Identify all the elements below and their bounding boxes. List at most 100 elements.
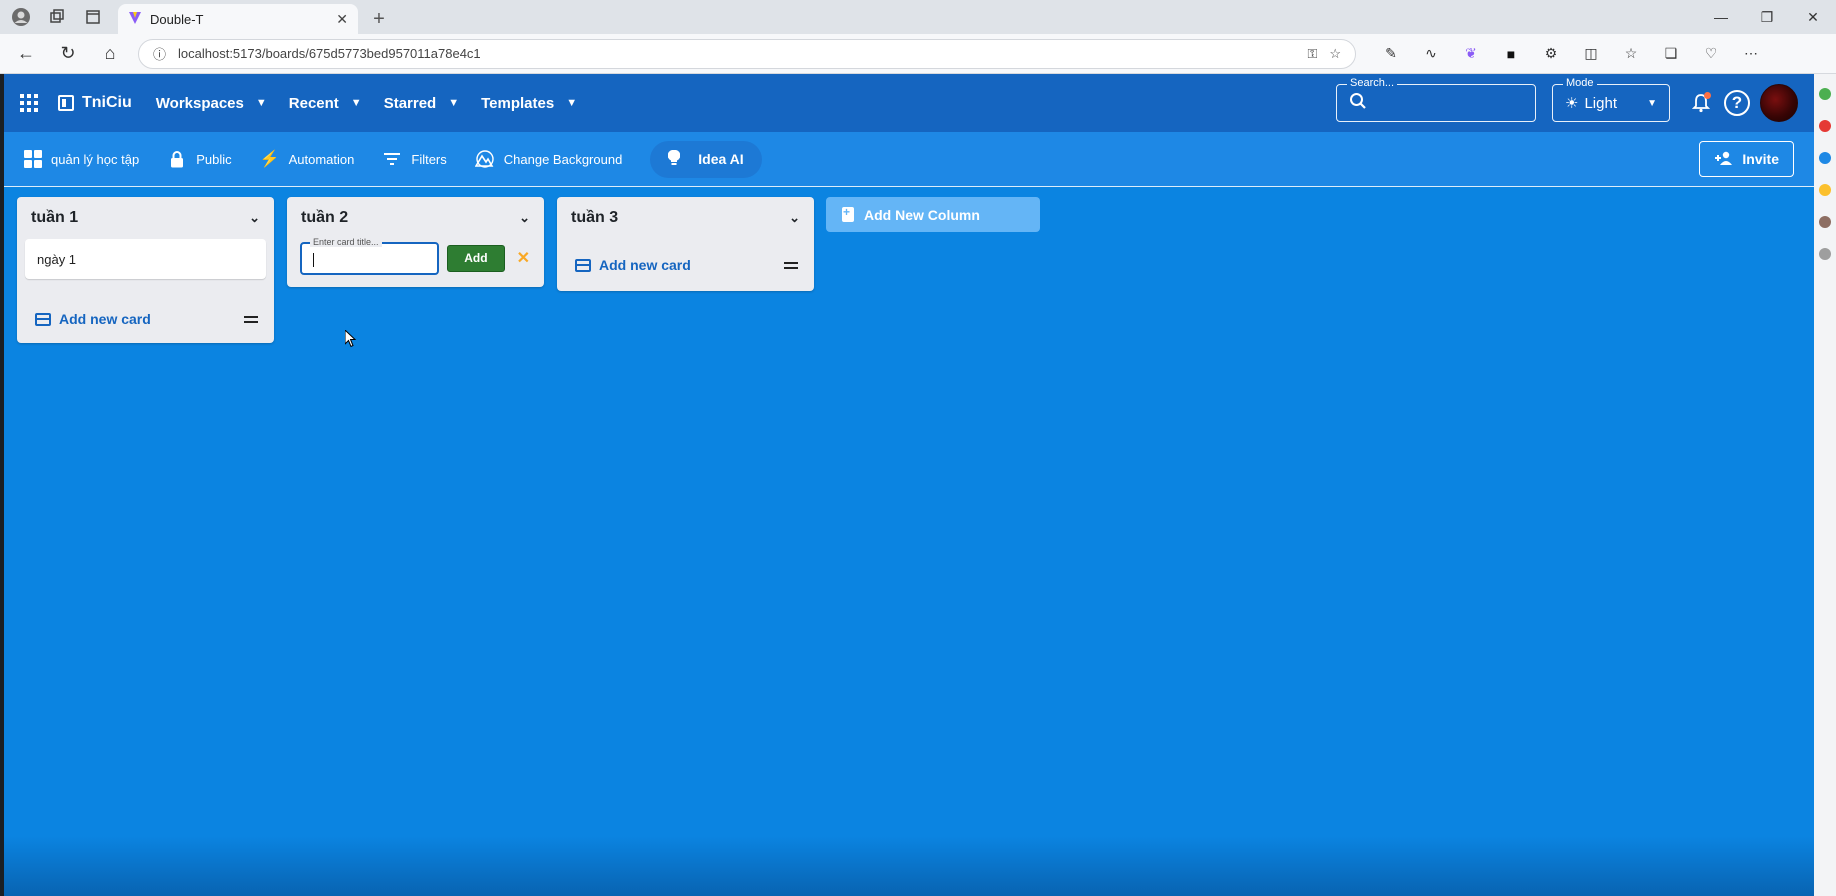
back-icon[interactable]: ← [12,40,40,68]
refresh-icon[interactable]: ↻ [54,40,82,68]
add-card-label: Add new card [599,257,691,273]
info-icon[interactable]: ⓘ [153,44,166,63]
favorites-icon[interactable]: ☆ [1620,43,1642,65]
user-avatar[interactable] [1760,84,1798,122]
sidebar-people-icon[interactable] [1819,216,1831,228]
dashboard-icon [24,150,42,168]
automation-label: Automation [288,151,355,167]
vite-logo-icon [128,11,142,28]
drag-handle-icon[interactable] [784,261,798,269]
chevron-down-icon[interactable]: ⌄ [519,210,530,226]
search-input[interactable]: Search... [1336,77,1536,122]
add-card-icon [575,258,591,272]
mode-select[interactable]: Mode ☀ Light ▼ [1552,77,1670,122]
automation-chip[interactable]: ⚡ Automation [260,149,355,169]
column-header: tuần 3 ⌄ [557,197,814,239]
app-logo[interactable]: TniCiu [58,94,132,112]
card-title-field[interactable] [302,243,438,273]
dropdown-arrow-icon: ▼ [1647,97,1657,109]
invite-button[interactable]: Invite [1699,141,1794,177]
restore-icon[interactable]: ❐ [1744,0,1790,34]
search-label: Search... [1347,77,1398,89]
brand-name: TniCiu [82,94,132,111]
lightbulb-icon [667,149,681,169]
lightning-icon: ⚡ [259,151,280,168]
sidebar-app-icon[interactable] [1819,184,1831,196]
menu-workspaces[interactable]: Workspaces ▼ [156,95,267,112]
apps-grid-icon[interactable] [20,94,38,112]
help-icon[interactable]: ? [1724,90,1750,116]
idea-ai-button[interactable]: Idea AI [650,140,762,178]
notification-badge [1704,92,1711,99]
key-icon[interactable]: ⚿ [1307,46,1317,62]
mode-value: Light [1584,94,1617,112]
browser-essentials-icon[interactable]: ♡ [1700,43,1722,65]
drag-handle-icon[interactable] [244,315,258,323]
chevron-down-icon[interactable]: ⌄ [789,210,800,226]
tab-actions-icon[interactable] [82,6,104,28]
workspaces-icon[interactable] [46,6,68,28]
add-card-button[interactable]: Add [447,244,505,272]
column-tuan-3[interactable]: tuần 3 ⌄ Add new card [557,197,814,291]
collections-icon[interactable]: ❏ [1660,43,1682,65]
board-logo-icon [58,95,74,111]
column-tuan-1[interactable]: tuần 1 ⌄ ngày 1 Add new card [17,197,274,343]
trello-app: TniCiu Workspaces ▼ Recent ▼ Starred ▼ T… [4,74,1814,896]
split-screen-icon[interactable]: ◫ [1580,43,1602,65]
search-icon [1349,92,1367,115]
minimize-icon[interactable]: — [1698,0,1744,34]
close-window-icon[interactable]: ✕ [1790,0,1836,34]
board-bar: quản lý học tập Public ⚡ Automation Filt… [4,132,1814,187]
close-tab-icon[interactable]: ✕ [336,11,348,28]
browser-toolbar: ← ↻ ⌂ ⓘ localhost:5173/boards/675d5773be… [0,34,1836,74]
edge-sidebar [1814,74,1836,896]
column-tuan-2[interactable]: tuần 2 ⌄ Enter card title... Add ✕ [287,197,544,287]
extensions-puzzle-icon[interactable]: ⚙ [1540,43,1562,65]
column-title[interactable]: tuần 2 [301,209,348,227]
card[interactable]: ngày 1 [25,239,266,279]
chevron-down-icon[interactable]: ⌄ [249,210,260,226]
favorite-star-icon[interactable]: ☆ [1329,46,1341,62]
extension-wave-icon[interactable]: ∿ [1420,43,1442,65]
new-tab-icon[interactable]: + [364,4,394,34]
visibility-chip[interactable]: Public [167,150,232,168]
column-title[interactable]: tuần 1 [31,209,78,227]
add-card-form: Enter card title... Add ✕ [287,236,544,287]
sidebar-youtube-icon[interactable] [1819,120,1831,132]
menu-templates[interactable]: Templates ▼ [481,95,577,112]
filters-chip[interactable]: Filters [382,151,447,167]
sidebar-copilot-icon[interactable] [1819,88,1831,100]
sidebar-add-icon[interactable] [1819,248,1831,260]
note-add-icon [842,205,854,222]
sidebar-messenger-icon[interactable] [1819,152,1831,164]
column-header: tuần 2 ⌄ [287,197,544,239]
extensions-row: ✎ ∿ ❦ ■ ⚙ ◫ ☆ ❏ ♡ ⋯ [1380,43,1762,65]
mode-label: Mode [1563,77,1597,89]
extension-pen-icon[interactable]: ✎ [1380,43,1402,65]
extension-black-square-icon[interactable]: ■ [1500,43,1522,65]
close-icon[interactable]: ✕ [517,248,530,268]
add-new-column-button[interactable]: Add New Column [826,197,1040,232]
filters-label: Filters [411,151,447,167]
board-name-chip[interactable]: quản lý học tập [24,150,139,168]
board-canvas: tuần 1 ⌄ ngày 1 Add new card tuần 2 ⌄ En… [4,188,1814,896]
address-bar[interactable]: ⓘ localhost:5173/boards/675d5773bed95701… [138,38,1356,69]
change-background-chip[interactable]: Change Background [474,150,622,168]
menu-recent[interactable]: Recent ▼ [289,95,362,112]
home-icon[interactable]: ⌂ [96,40,124,68]
card-title-input[interactable]: Enter card title... [300,236,440,275]
add-new-card-button[interactable]: Add new card [575,257,691,273]
menu-starred[interactable]: Starred ▼ [384,95,459,112]
browser-tab[interactable]: Double-T ✕ [118,4,358,34]
board-name: quản lý học tập [51,151,140,167]
column-title[interactable]: tuần 3 [571,209,618,227]
column-footer: Add new card [557,239,814,291]
add-new-card-button[interactable]: Add new card [35,311,151,327]
extension-feather-icon[interactable]: ❦ [1460,43,1482,65]
more-options-icon[interactable]: ⋯ [1740,43,1762,65]
notifications-bell-icon[interactable] [1688,90,1714,116]
profile-avatar-icon[interactable] [10,6,32,28]
add-column-label: Add New Column [864,206,980,223]
add-card-icon [35,312,51,326]
chevron-down-icon: ▼ [448,97,460,109]
